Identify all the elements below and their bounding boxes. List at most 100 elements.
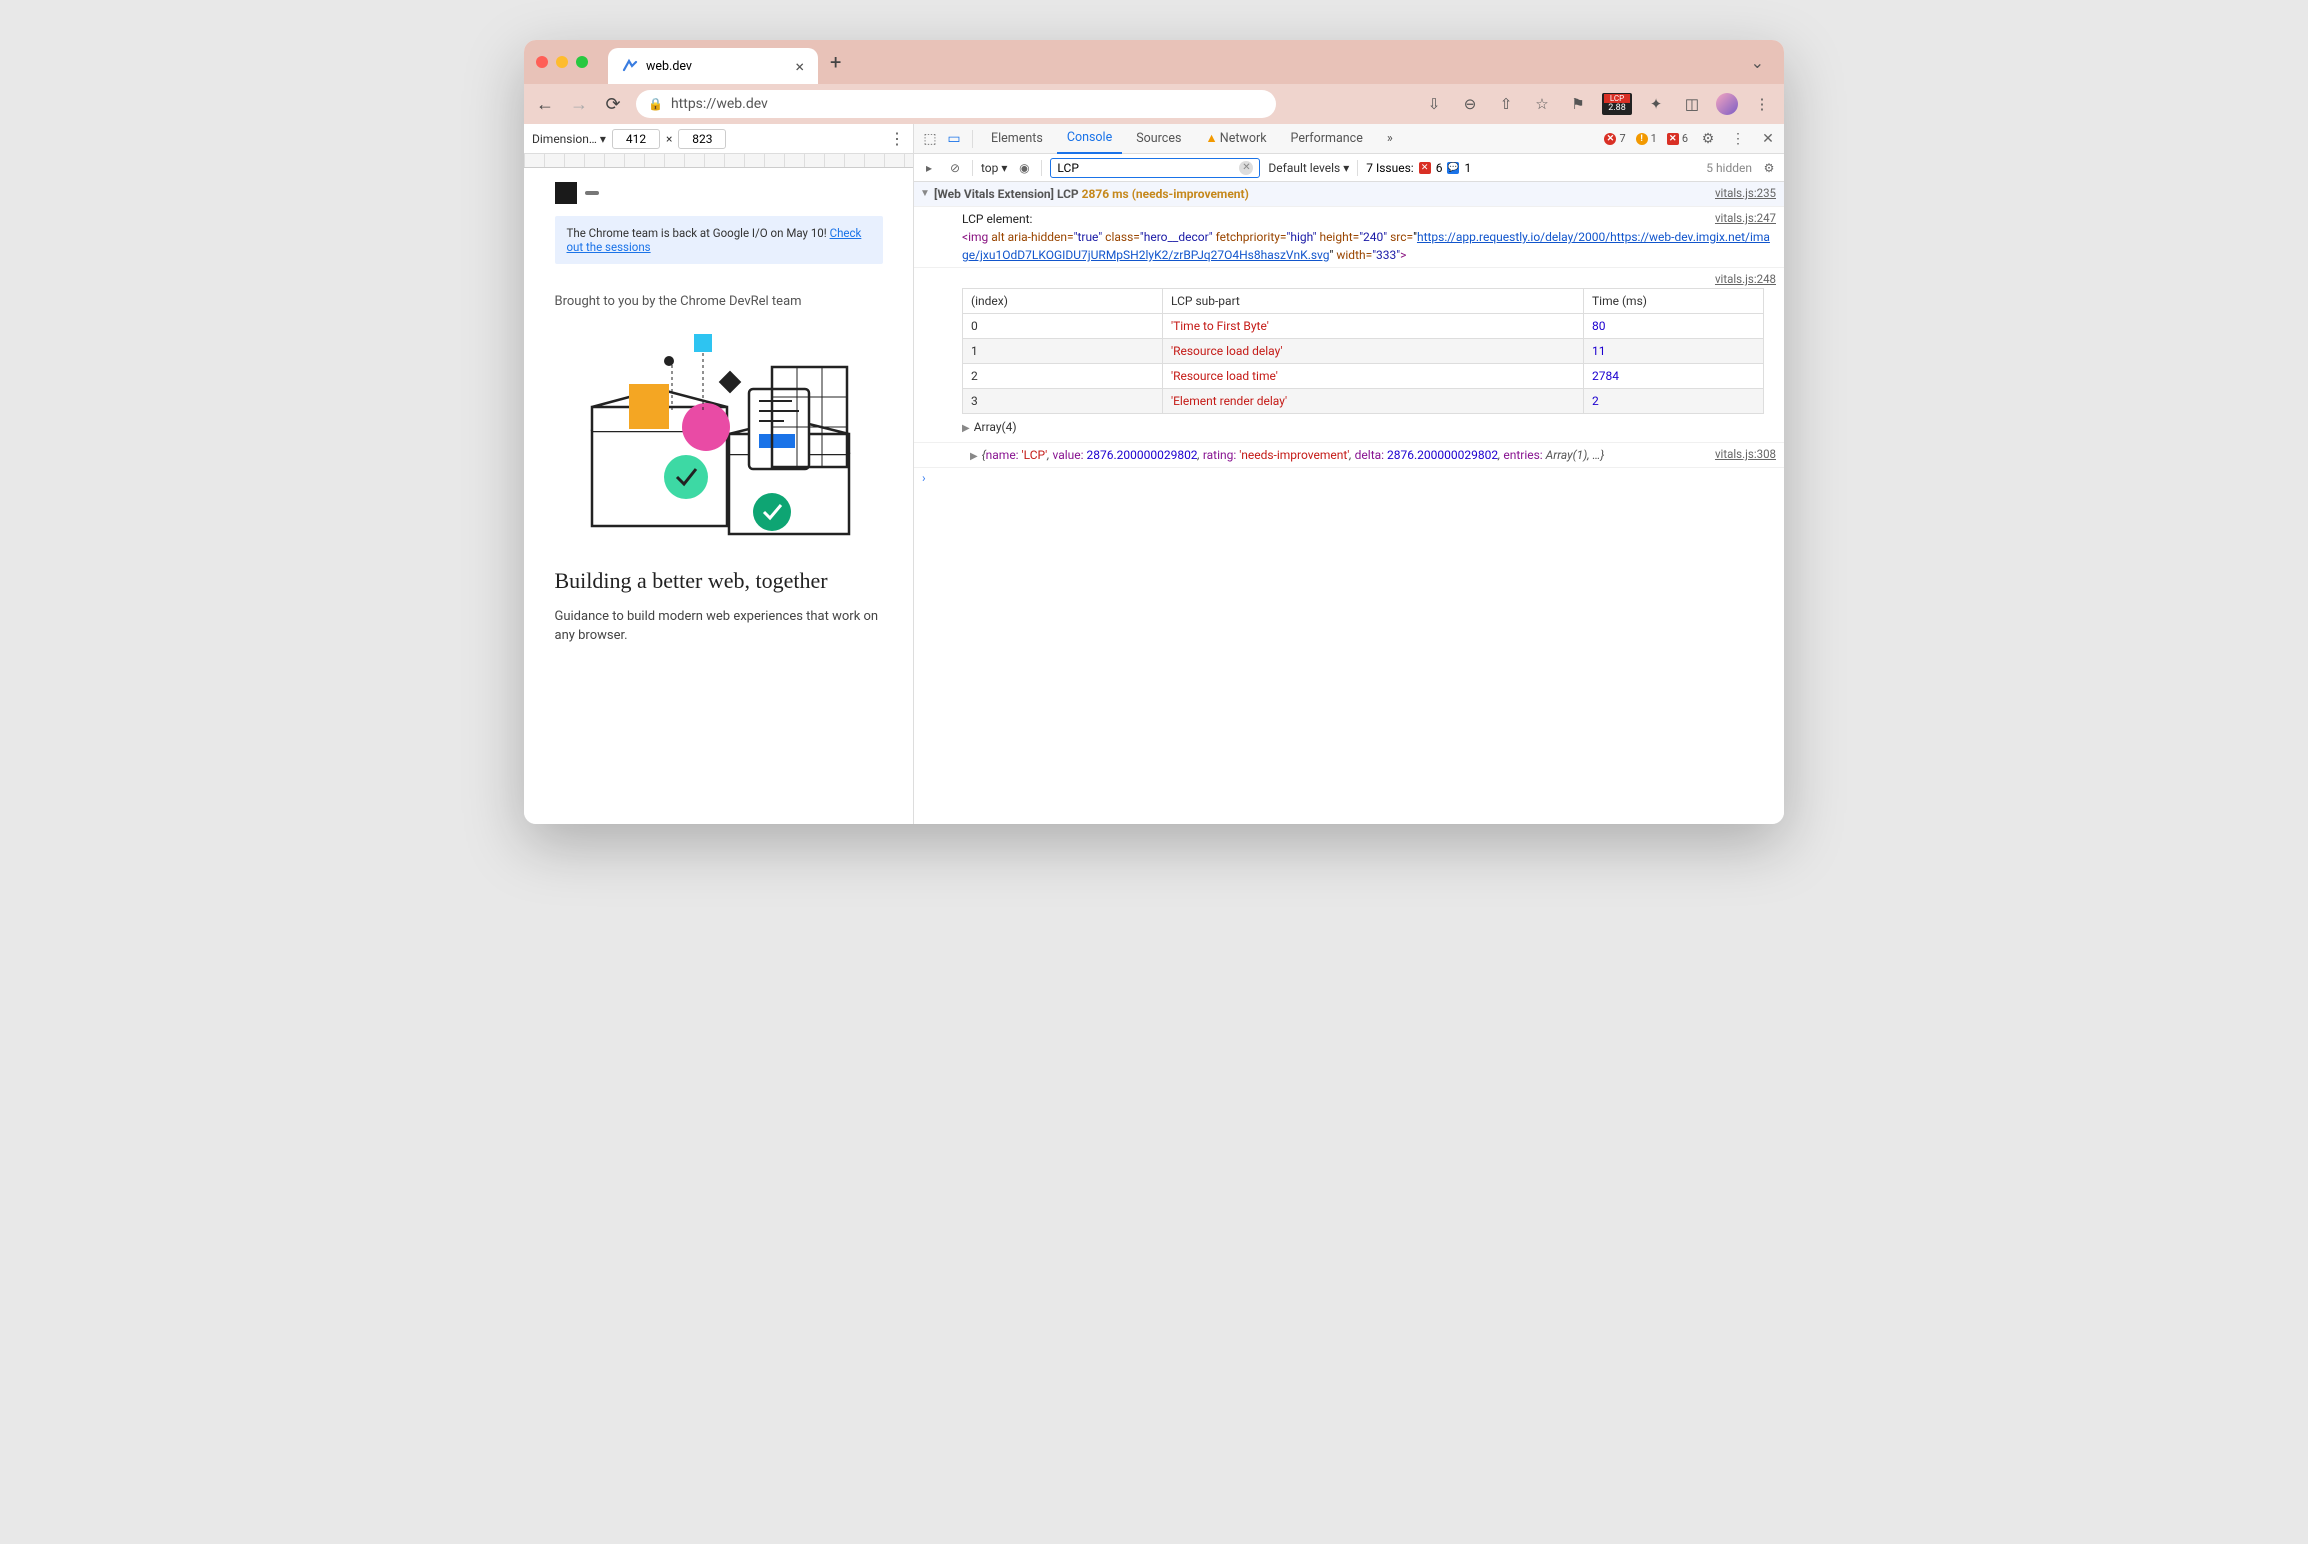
source-link[interactable]: vitals.js:235 [1715, 185, 1776, 202]
reload-button[interactable]: ⟳ [602, 94, 624, 115]
console-toolbar: ▸ ⊘ top ▾ ◉ LCP ✕ Default levels ▾ 7 Iss… [914, 154, 1784, 182]
brought-by-text: Brought to you by the Chrome DevRel team [555, 294, 883, 309]
profile-avatar[interactable] [1716, 93, 1738, 115]
table-header: (index) [963, 289, 1163, 314]
site-logo-icon [555, 182, 577, 204]
device-toolbar: Dimension… ▾ × ⋮ [524, 124, 913, 154]
blocked-badge[interactable]: ✕6 [1667, 132, 1688, 145]
tab-elements[interactable]: Elements [981, 124, 1053, 154]
table-header: LCP sub-part [1163, 289, 1584, 314]
browser-tab[interactable]: web.dev × [608, 48, 818, 84]
table-row: 2'Resource load time'2784 [963, 364, 1764, 389]
errors-badge[interactable]: ✕7 [1604, 132, 1625, 145]
lcp-extension-badge[interactable]: LCP 2.88 [1602, 93, 1632, 115]
tab-console[interactable]: Console [1057, 124, 1122, 154]
height-input[interactable] [678, 129, 726, 149]
url-text: https://web.dev [671, 96, 768, 112]
install-icon[interactable]: ⇩ [1422, 95, 1446, 113]
maximize-window-button[interactable] [576, 56, 588, 68]
width-input[interactable] [612, 129, 660, 149]
menu-icon[interactable]: ⋮ [1750, 95, 1774, 113]
ruler [524, 154, 913, 168]
tab-network[interactable]: ▲ Network [1195, 124, 1276, 154]
dimensions-select[interactable]: Dimension… ▾ [532, 132, 606, 146]
bookmark-icon[interactable]: ☆ [1530, 95, 1554, 113]
tabs-overflow[interactable]: » [1377, 124, 1403, 154]
table-header: Time (ms) [1584, 289, 1764, 314]
console-sidebar-toggle[interactable]: ▸ [920, 161, 938, 175]
devtools-menu-icon[interactable]: ⋮ [1728, 131, 1748, 147]
new-tab-button[interactable]: + [830, 50, 841, 74]
filter-value: LCP [1057, 161, 1078, 175]
share-icon[interactable]: ⇧ [1494, 95, 1518, 113]
page-heading: Building a better web, together [555, 567, 883, 595]
object-preview[interactable]: ▶{name: 'LCP', value: 2876.200000029802,… [970, 446, 1776, 464]
lcp-badge-value: 2.88 [1608, 103, 1626, 113]
live-expression-icon[interactable]: ◉ [1015, 161, 1033, 175]
console-filter-input[interactable]: LCP ✕ [1050, 158, 1260, 178]
devtools-tabs: ⬚ ▭ Elements Console Sources ▲ Network P… [914, 124, 1784, 154]
back-button[interactable]: ← [534, 94, 556, 115]
window-controls [536, 56, 588, 68]
page-viewport[interactable]: The Chrome team is back at Google I/O on… [524, 168, 913, 824]
lcp-breakdown-table: (index) LCP sub-part Time (ms) 0'Time to… [962, 288, 1764, 414]
tabs-chevron-icon[interactable]: ⌄ [1751, 53, 1764, 72]
tab-title: web.dev [646, 59, 692, 74]
table-row: 3'Element render delay'2 [963, 389, 1764, 414]
address-field[interactable]: 🔒 https://web.dev [636, 90, 1276, 118]
tab-sources[interactable]: Sources [1126, 124, 1191, 154]
close-tab-button[interactable]: × [795, 57, 804, 76]
hidden-count: 5 hidden [1706, 161, 1752, 175]
context-select[interactable]: top ▾ [981, 161, 1007, 175]
forward-button[interactable]: → [568, 94, 590, 115]
inspect-icon[interactable]: ⬚ [920, 131, 940, 147]
clear-console-button[interactable]: ⊘ [946, 161, 964, 175]
log-levels-select[interactable]: Default levels ▾ [1268, 161, 1349, 175]
console-log-lcp-element: vitals.js:247 LCP element: <img alt aria… [914, 207, 1784, 268]
extensions-icon[interactable]: ✦ [1644, 95, 1668, 113]
source-link[interactable]: vitals.js:248 [1715, 271, 1776, 288]
main-split: Dimension… ▾ × ⋮ The Chrome team is back… [524, 124, 1784, 824]
close-devtools-button[interactable]: ✕ [1758, 131, 1778, 147]
lock-icon: 🔒 [648, 97, 663, 111]
issues-summary[interactable]: 7 Issues: ✕6 💬1 [1366, 161, 1471, 175]
io-banner-text: The Chrome team is back at Google I/O on… [567, 226, 830, 240]
sidepanel-icon[interactable]: ◫ [1680, 95, 1704, 113]
url-bar: ← → ⟳ 🔒 https://web.dev ⇩ ⊖ ⇧ ☆ ⚑ LCP 2.… [524, 84, 1784, 124]
minimize-window-button[interactable] [556, 56, 568, 68]
warnings-badge[interactable]: !1 [1636, 132, 1657, 145]
flag-icon[interactable]: ⚑ [1566, 95, 1590, 113]
tab-favicon-icon [622, 58, 638, 74]
prompt-chevron-icon: › [922, 471, 926, 485]
console-output: ▼ vitals.js:235 [Web Vitals Extension] L… [914, 182, 1784, 824]
expand-caret-icon[interactable]: ▼ [920, 186, 930, 201]
source-link[interactable]: vitals.js:308 [1715, 446, 1776, 463]
table-row: 0'Time to First Byte'80 [963, 314, 1764, 339]
dimension-separator: × [666, 132, 672, 146]
tab-performance[interactable]: Performance [1281, 124, 1373, 154]
page-header [555, 182, 883, 204]
site-logo-dash [585, 191, 599, 195]
table-row: 1'Resource load delay'11 [963, 339, 1764, 364]
titlebar: web.dev × + ⌄ [524, 40, 1784, 84]
page-paragraph: Guidance to build modern web experiences… [555, 607, 883, 646]
console-settings-icon[interactable]: ⚙ [1760, 161, 1778, 175]
settings-icon[interactable]: ⚙ [1698, 131, 1718, 147]
close-window-button[interactable] [536, 56, 548, 68]
console-prompt[interactable]: › [914, 468, 1784, 488]
array-expand[interactable]: ▶Array(4) [962, 418, 1776, 436]
device-toggle-icon[interactable]: ▭ [944, 131, 964, 147]
console-log-lcp-summary[interactable]: ▼ vitals.js:235 [Web Vitals Extension] L… [914, 182, 1784, 207]
device-preview-pane: Dimension… ▾ × ⋮ The Chrome team is back… [524, 124, 914, 824]
source-link[interactable]: vitals.js:247 [1715, 210, 1776, 227]
lcp-badge-label: LCP [1604, 94, 1630, 104]
device-toolbar-menu[interactable]: ⋮ [889, 129, 905, 148]
devtools-pane: ⬚ ▭ Elements Console Sources ▲ Network P… [914, 124, 1784, 824]
io-banner: The Chrome team is back at Google I/O on… [555, 216, 883, 264]
lcp-element-html[interactable]: <img alt aria-hidden="true" class="hero_… [962, 228, 1776, 264]
zoom-icon[interactable]: ⊖ [1458, 95, 1482, 113]
clear-filter-button[interactable]: ✕ [1239, 161, 1253, 175]
lcp-element-label: LCP element: [962, 210, 1776, 228]
browser-window: web.dev × + ⌄ ← → ⟳ 🔒 https://web.dev ⇩ … [524, 40, 1784, 824]
console-log-lcp-table: vitals.js:248 (index) LCP sub-part Time … [914, 268, 1784, 443]
